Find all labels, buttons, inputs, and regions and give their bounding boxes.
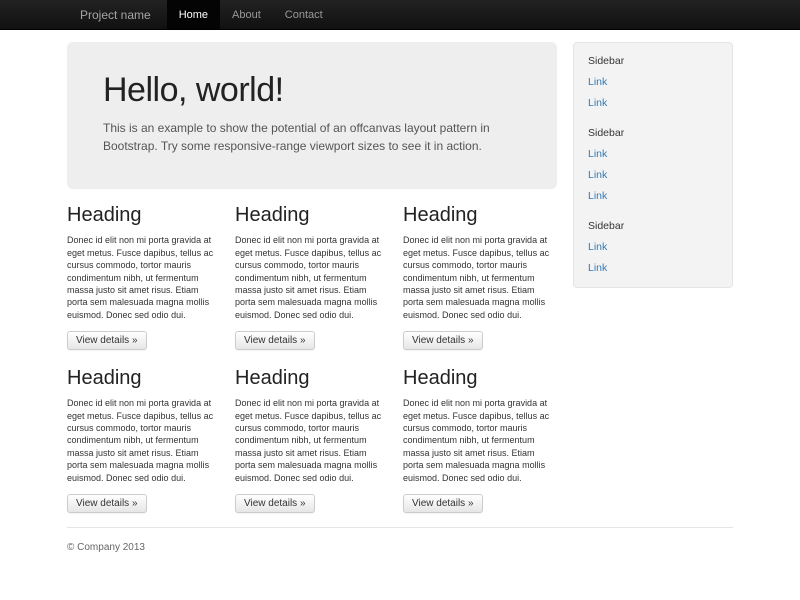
nav-item-about: About <box>220 0 273 29</box>
sidebar-group-1: Sidebar Link Link <box>574 51 732 114</box>
navbar-brand[interactable]: Project name <box>67 0 167 29</box>
nav-link-home[interactable]: Home <box>167 0 220 29</box>
sidebar-link[interactable]: Link <box>574 93 732 114</box>
feature-card-4: Heading Donec id elit non mi porta gravi… <box>67 366 221 513</box>
nav-item-contact: Contact <box>273 0 335 29</box>
sidebar-link[interactable]: Link <box>574 72 732 93</box>
card-heading: Heading <box>403 366 557 390</box>
page-container: Hello, world! This is an example to show… <box>67 30 733 583</box>
main-column: Hello, world! This is an example to show… <box>67 42 557 513</box>
feature-card-2: Heading Donec id elit non mi porta gravi… <box>235 203 389 350</box>
card-body: Donec id elit non mi porta gravida at eg… <box>235 397 389 484</box>
sidebar-link[interactable]: Link <box>574 186 732 207</box>
jumbotron-text: This is an example to show the potential… <box>103 119 533 155</box>
feature-card-1: Heading Donec id elit non mi porta gravi… <box>67 203 221 350</box>
cards-row-1: Heading Donec id elit non mi porta gravi… <box>67 203 557 350</box>
view-details-button[interactable]: View details » <box>67 331 147 350</box>
card-heading: Heading <box>235 366 389 390</box>
view-details-button[interactable]: View details » <box>403 494 483 513</box>
sidebar-group-header: Sidebar <box>574 123 732 144</box>
navbar-nav: Home About Contact <box>167 0 335 29</box>
card-body: Donec id elit non mi porta gravida at eg… <box>235 234 389 321</box>
card-body: Donec id elit non mi porta gravida at eg… <box>403 234 557 321</box>
sidebar-group-header: Sidebar <box>574 51 732 72</box>
feature-card-6: Heading Donec id elit non mi porta gravi… <box>403 366 557 513</box>
sidebar-group-header: Sidebar <box>574 216 732 237</box>
sidebar-link[interactable]: Link <box>574 237 732 258</box>
card-heading: Heading <box>403 203 557 227</box>
view-details-button[interactable]: View details » <box>235 494 315 513</box>
card-heading: Heading <box>67 203 221 227</box>
nav-item-home: Home <box>167 0 220 29</box>
nav-link-about[interactable]: About <box>220 0 273 29</box>
navbar-inner: Project name Home About Contact <box>67 0 733 29</box>
copyright-text: © Company 2013 <box>67 542 733 553</box>
view-details-button[interactable]: View details » <box>235 331 315 350</box>
navbar: Project name Home About Contact <box>0 0 800 30</box>
sidebar-group-2: Sidebar Link Link Link <box>574 123 732 207</box>
card-heading: Heading <box>235 203 389 227</box>
card-body: Donec id elit non mi porta gravida at eg… <box>67 234 221 321</box>
jumbotron: Hello, world! This is an example to show… <box>67 42 557 189</box>
card-body: Donec id elit non mi porta gravida at eg… <box>403 397 557 484</box>
sidebar: Sidebar Link Link Sidebar Link Link Link… <box>573 42 733 288</box>
page-footer: © Company 2013 <box>67 527 733 583</box>
view-details-button[interactable]: View details » <box>403 331 483 350</box>
card-heading: Heading <box>67 366 221 390</box>
feature-card-5: Heading Donec id elit non mi porta gravi… <box>235 366 389 513</box>
jumbotron-title: Hello, world! <box>103 72 533 109</box>
sidebar-link[interactable]: Link <box>574 258 732 279</box>
sidebar-link[interactable]: Link <box>574 165 732 186</box>
nav-link-contact[interactable]: Contact <box>273 0 335 29</box>
sidebar-link[interactable]: Link <box>574 144 732 165</box>
card-body: Donec id elit non mi porta gravida at eg… <box>67 397 221 484</box>
cards-row-2: Heading Donec id elit non mi porta gravi… <box>67 366 557 513</box>
view-details-button[interactable]: View details » <box>67 494 147 513</box>
feature-card-3: Heading Donec id elit non mi porta gravi… <box>403 203 557 350</box>
sidebar-group-3: Sidebar Link Link <box>574 216 732 279</box>
content-row: Hello, world! This is an example to show… <box>67 42 733 513</box>
